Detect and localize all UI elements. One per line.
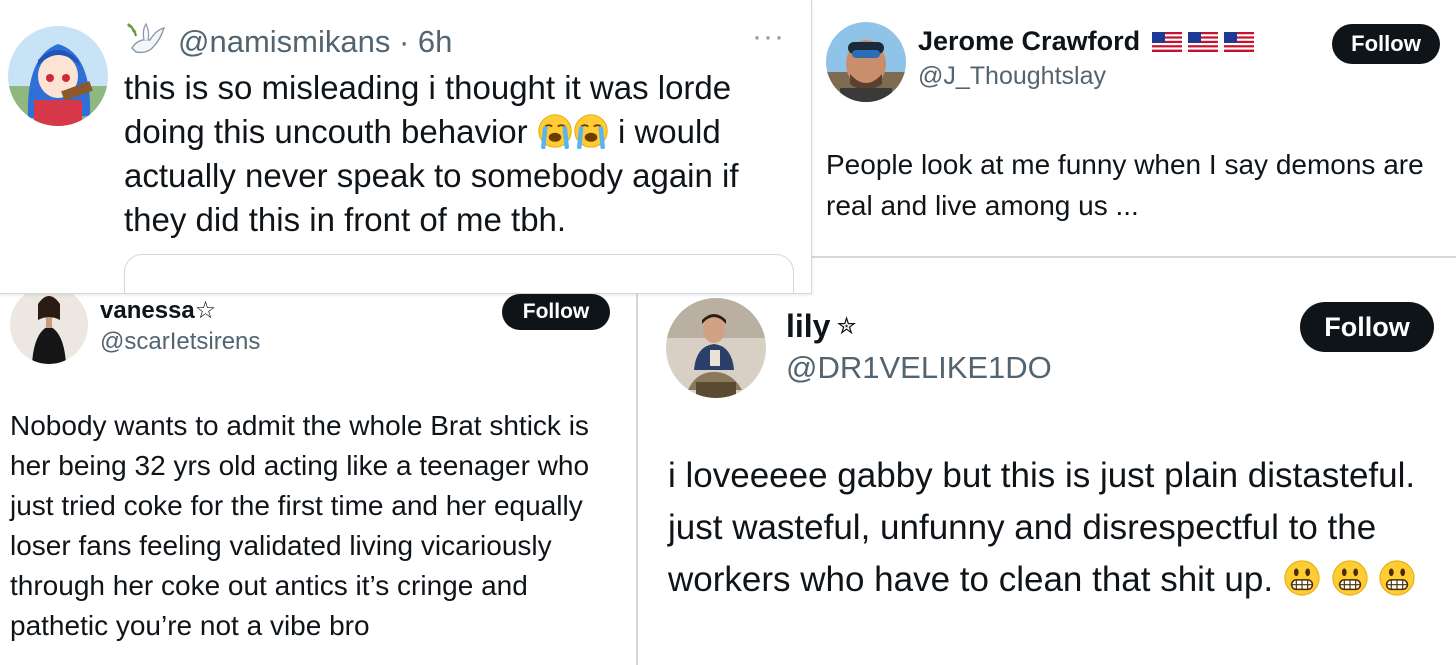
- grimacing-face-icon: [1331, 559, 1369, 597]
- grimacing-face-icon: [1378, 559, 1416, 597]
- tweet-text: i loveeeee gabby but this is just plain …: [668, 450, 1456, 606]
- display-name-row: lily ✮: [786, 308, 857, 345]
- user-handle[interactable]: @J_Thoughtslay: [918, 62, 1106, 91]
- tweet-text: Nobody wants to admit the whole Brat sht…: [10, 410, 590, 641]
- us-flag-icon: [1224, 32, 1254, 52]
- avatar[interactable]: [8, 26, 108, 126]
- display-name[interactable]: vanessa☆: [100, 296, 216, 325]
- us-flag-icon: [1188, 32, 1218, 52]
- quoted-media-box[interactable]: [124, 254, 794, 293]
- star-icon: ✮: [836, 313, 857, 340]
- user-handle[interactable]: @scarIetsirens: [100, 328, 260, 356]
- user-handle[interactable]: @DR1VELIKE1DO: [786, 350, 1052, 386]
- loudly-crying-face-icon: [537, 113, 573, 149]
- tweet-card-jerome-crawford[interactable]: Jerome Crawford @J_Thoughtslay Follow Pe…: [812, 0, 1456, 258]
- user-handle[interactable]: @namismikans: [178, 24, 390, 59]
- display-name[interactable]: lily: [786, 308, 830, 345]
- avatar[interactable]: [10, 294, 88, 364]
- handle-line: @namismikans · 6h: [178, 24, 452, 60]
- flags: [1152, 32, 1254, 52]
- grimacing-face-icon: [1283, 559, 1321, 597]
- avatar[interactable]: [826, 22, 906, 102]
- tweet-card-lily[interactable]: lily ✮ @DR1VELIKE1DO Follow i loveeeee g…: [640, 258, 1456, 665]
- timestamp[interactable]: · 6h: [399, 24, 452, 59]
- follow-button[interactable]: Follow: [1300, 302, 1434, 352]
- us-flag-icon: [1152, 32, 1182, 52]
- follow-button[interactable]: Follow: [502, 294, 610, 330]
- dove-icon: [124, 18, 168, 62]
- tweet-text: this is so misleading i thought it was l…: [124, 66, 784, 242]
- tweet-card-namismikans[interactable]: @namismikans · 6h ··· this is so mislead…: [0, 0, 812, 294]
- tweet-text: People look at me funny when I say demon…: [826, 149, 1424, 221]
- divider: [812, 256, 1456, 258]
- tweet-card-vanessa[interactable]: vanessa☆ @scarIetsirens Follow Nobody wa…: [0, 294, 638, 665]
- display-name[interactable]: Jerome Crawford: [918, 26, 1140, 57]
- more-options-icon[interactable]: ···: [752, 20, 785, 54]
- display-name-row: Jerome Crawford: [918, 26, 1254, 57]
- follow-button[interactable]: Follow: [1332, 24, 1440, 64]
- loudly-crying-face-icon: [573, 113, 609, 149]
- avatar[interactable]: [666, 298, 766, 398]
